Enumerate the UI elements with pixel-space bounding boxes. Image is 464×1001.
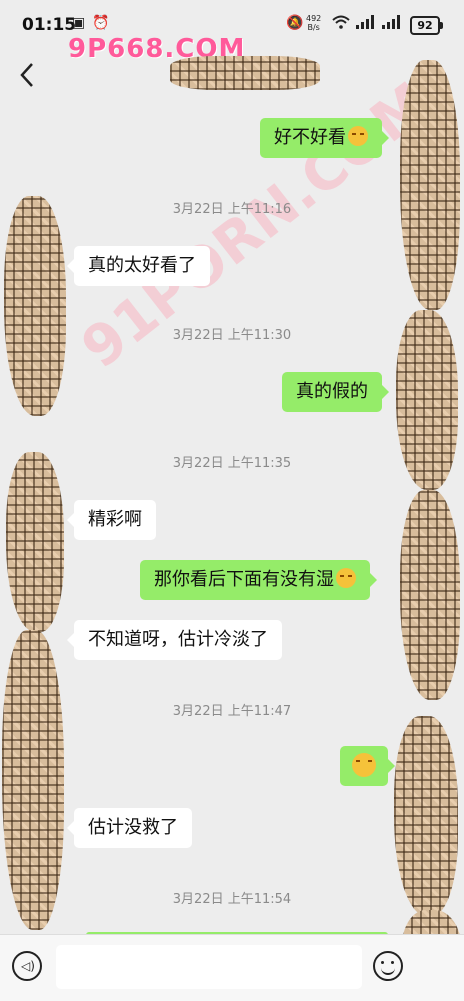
censored-avatar [4,196,66,416]
message-text: 好不好看 [274,127,346,148]
emoji-icon [336,568,356,588]
back-arrow-icon [20,63,33,87]
mute-icon: 🔕 [286,15,304,31]
voice-button[interactable]: ◁) [12,951,42,981]
message-timestamp: 3月22日 上午11:16 [172,202,292,217]
message-timestamp: 3月22日 上午11:47 [172,704,292,719]
network-speed-value: 492 [306,14,322,23]
battery-level: 92 [417,19,433,32]
emoji-icon [348,126,368,146]
wifi-icon [332,15,350,33]
battery-icon: 92 [410,16,443,35]
input-bar: ◁) [0,934,464,1001]
status-time: 01:15 [22,15,77,35]
network-speed-unit: B/s [307,23,320,32]
message-timestamp: 3月22日 上午11:30 [172,328,292,343]
censored-avatar [400,490,460,700]
censored-avatar [2,630,64,930]
network-speed: 492 B/s [306,14,321,32]
emoji-button[interactable] [373,951,403,981]
censored-title [170,56,320,90]
back-button[interactable] [12,58,42,92]
message-outgoing[interactable]: 好不好看 [260,118,389,158]
message-outgoing[interactable]: 那你看后下面有没有湿 [140,560,377,600]
voice-icon: ◁) [21,959,35,973]
message-text: 那你看后下面有没有湿 [154,569,334,590]
signal-icon-2 [382,15,402,33]
message-timestamp: 3月22日 上午11:35 [172,456,292,471]
message-outgoing-emoji[interactable] [340,746,395,786]
message-incoming[interactable]: 精彩啊 [67,500,156,540]
message-incoming[interactable]: 不知道呀，估计冷淡了 [67,620,282,660]
emoji-icon [352,753,376,777]
message-input[interactable] [56,945,362,989]
censored-avatar [394,716,458,916]
censored-avatar [6,452,64,632]
alarm-icon: ⏰ [92,15,110,31]
censored-avatar [400,60,460,310]
message-timestamp: 3月22日 上午11:54 [172,892,292,907]
signal-icon [356,15,376,33]
notification-icon: ▣ [72,15,86,31]
message-incoming[interactable]: 真的太好看了 [67,246,210,286]
message-outgoing[interactable]: 真的假的 [282,372,389,412]
message-incoming[interactable]: 估计没救了 [67,808,192,848]
